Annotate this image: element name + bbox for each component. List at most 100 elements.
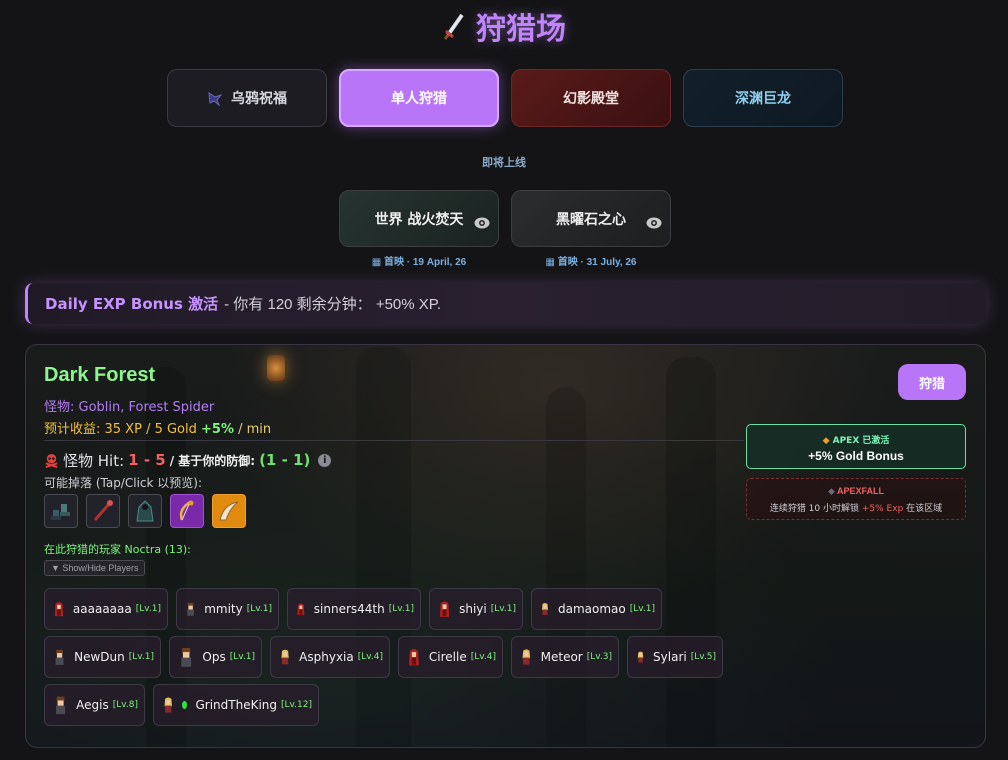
drop-item-fang[interactable]	[212, 494, 246, 528]
avatar	[541, 603, 548, 615]
tree-decoration	[356, 347, 411, 747]
avatar	[439, 601, 450, 617]
player-level: [Lv.1]	[629, 604, 655, 614]
eye-icon[interactable]	[646, 217, 662, 229]
avatar	[55, 649, 64, 665]
upcoming-world-label: 世界 战火焚天	[374, 211, 464, 228]
toggle-players-button[interactable]: ▼ Show/Hide Players	[44, 560, 146, 576]
tree-decoration	[666, 357, 716, 747]
premiere-date-obsidian: ▦ 首映 · 31 July, 26	[545, 257, 637, 268]
player-chip[interactable]: damaomao [Lv.1]	[531, 588, 662, 630]
zone-monsters: 怪物: Goblin, Forest Spider	[44, 400, 215, 415]
player-chip[interactable]: Asphyxia [Lv.4]	[270, 636, 390, 678]
monster-hit-row: 怪物 Hit: 1 - 5 / 基于你的防御: (1 - 1) i	[44, 449, 332, 471]
tree-decoration	[546, 387, 586, 747]
player-chip[interactable]: aaaaaaaa [Lv.1]	[44, 588, 168, 630]
hunt-button[interactable]: 狩猎	[898, 364, 966, 400]
premiere-date-world: ▦ 首映 · 19 April, 26	[371, 257, 467, 268]
sword-icon	[443, 13, 464, 40]
mode-abyss-label: 深渊巨龙	[735, 91, 791, 107]
player-name: Cirelle	[428, 650, 467, 664]
player-chip[interactable]: NewDun [Lv.1]	[44, 636, 161, 678]
drop-item-staff[interactable]	[86, 494, 120, 528]
player-name: GrindTheKing	[195, 698, 278, 712]
zone-name: Dark Forest	[44, 364, 156, 386]
player-name: Asphyxia	[299, 650, 354, 664]
player-chip[interactable]: mmity [Lv.1]	[176, 588, 279, 630]
zone-panel: Dark Forest 怪物: Goblin, Forest Spider 预计…	[25, 344, 986, 748]
player-name: sinners44th	[313, 602, 385, 616]
skull-icon	[45, 453, 58, 468]
avatar	[164, 697, 172, 713]
player-level: [Lv.1]	[490, 604, 516, 614]
player-level: [Lv.1]	[388, 604, 414, 614]
page-title-text: 狩猎场	[476, 12, 566, 47]
diamond-icon: ◆	[827, 486, 835, 496]
drop-item-bow[interactable]	[170, 494, 204, 528]
player-chip[interactable]: Cirelle [Lv.4]	[398, 636, 503, 678]
mode-abyss-dragon-button[interactable]: 深渊巨龙	[683, 69, 843, 127]
player-name: Ops	[202, 650, 226, 664]
diamond-icon: ◆	[822, 436, 830, 446]
daily-exp-bonus-banner: Daily EXP Bonus 激活 - 你有 120 剩余分钟： +50% X…	[25, 283, 986, 324]
eye-icon[interactable]	[474, 217, 490, 229]
staff-icon	[93, 500, 113, 521]
mode-phantom-hall-button[interactable]: 幻影殿堂	[511, 69, 671, 127]
player-chip[interactable]: Sylari [Lv.5]	[627, 636, 723, 678]
player-name: mmity	[204, 602, 243, 616]
apex-title: ◆ APEX 已激活	[822, 436, 890, 446]
player-name: damaomao	[557, 602, 626, 616]
drop-item-boots[interactable]	[44, 494, 78, 528]
drops-list	[44, 494, 246, 528]
avatar	[297, 603, 305, 615]
player-level: [Lv.4]	[357, 652, 383, 662]
player-level: [Lv.1]	[128, 652, 154, 662]
upcoming-world-war-button[interactable]: 世界 战火焚天	[339, 190, 499, 247]
boots-icon	[51, 504, 70, 520]
player-level: [Lv.12]	[281, 700, 312, 710]
avatar	[56, 696, 66, 715]
bow-icon	[179, 500, 194, 521]
mode-solo-label: 单人狩猎	[391, 91, 447, 107]
player-chip[interactable]: GrindTheKing [Lv.12]	[153, 684, 319, 726]
avatar	[181, 647, 192, 667]
players-label: 在此狩猎的玩家 Noctra (13):	[44, 543, 191, 556]
mode-crow-blessing-button[interactable]: 乌鸦祝福	[167, 69, 327, 127]
defense-hit-value: (1 - 1)	[259, 451, 311, 469]
calendar-icon: ▦	[545, 257, 555, 268]
mode-phantom-label: 幻影殿堂	[563, 91, 619, 107]
player-level: [Lv.8]	[112, 700, 138, 710]
drop-item-cloak[interactable]	[128, 494, 162, 528]
player-chip[interactable]: sinners44th [Lv.1]	[287, 588, 421, 630]
upcoming-obsidian-heart-button[interactable]: 黑曜石之心	[511, 190, 671, 247]
player-level: [Lv.1]	[135, 604, 161, 614]
player-chip[interactable]: Ops [Lv.1]	[169, 636, 262, 678]
apex-bonus: +5% Gold Bonus	[808, 449, 904, 463]
income-boost: +5%	[201, 422, 234, 437]
drops-label: 可能掉落 (Tap/Click 以预览):	[44, 476, 202, 490]
player-level: [Lv.4]	[470, 652, 496, 662]
online-status-dot	[182, 701, 188, 709]
player-name: shiyi	[459, 602, 487, 616]
player-chip[interactable]: shiyi [Lv.1]	[429, 588, 523, 630]
player-level: [Lv.3]	[586, 652, 612, 662]
fang-icon	[219, 501, 239, 521]
coming-soon-heading: 即将上线	[482, 156, 526, 169]
lantern-decoration	[267, 355, 285, 381]
avatar	[187, 602, 194, 616]
info-icon[interactable]: i	[318, 453, 332, 467]
avatar	[637, 651, 644, 663]
player-level: [Lv.1]	[229, 652, 255, 662]
player-name: NewDun	[74, 650, 125, 664]
mode-crow-label: 乌鸦祝福	[231, 91, 287, 107]
mode-solo-hunt-button[interactable]: 单人狩猎	[339, 69, 499, 127]
exp-bonus-text: - 你有 120 剩余分钟： +50% XP.	[224, 296, 442, 313]
page-title: 狩猎场	[0, 6, 1008, 47]
apexfall-title: ◆ APEXFALL	[827, 486, 885, 496]
player-chip[interactable]: Meteor [Lv.3]	[511, 636, 619, 678]
avatar	[522, 649, 531, 665]
player-name: aaaaaaaa	[72, 602, 132, 616]
avatar	[54, 602, 64, 617]
player-chip[interactable]: Aegis [Lv.8]	[44, 684, 145, 726]
crow-icon	[208, 91, 223, 107]
